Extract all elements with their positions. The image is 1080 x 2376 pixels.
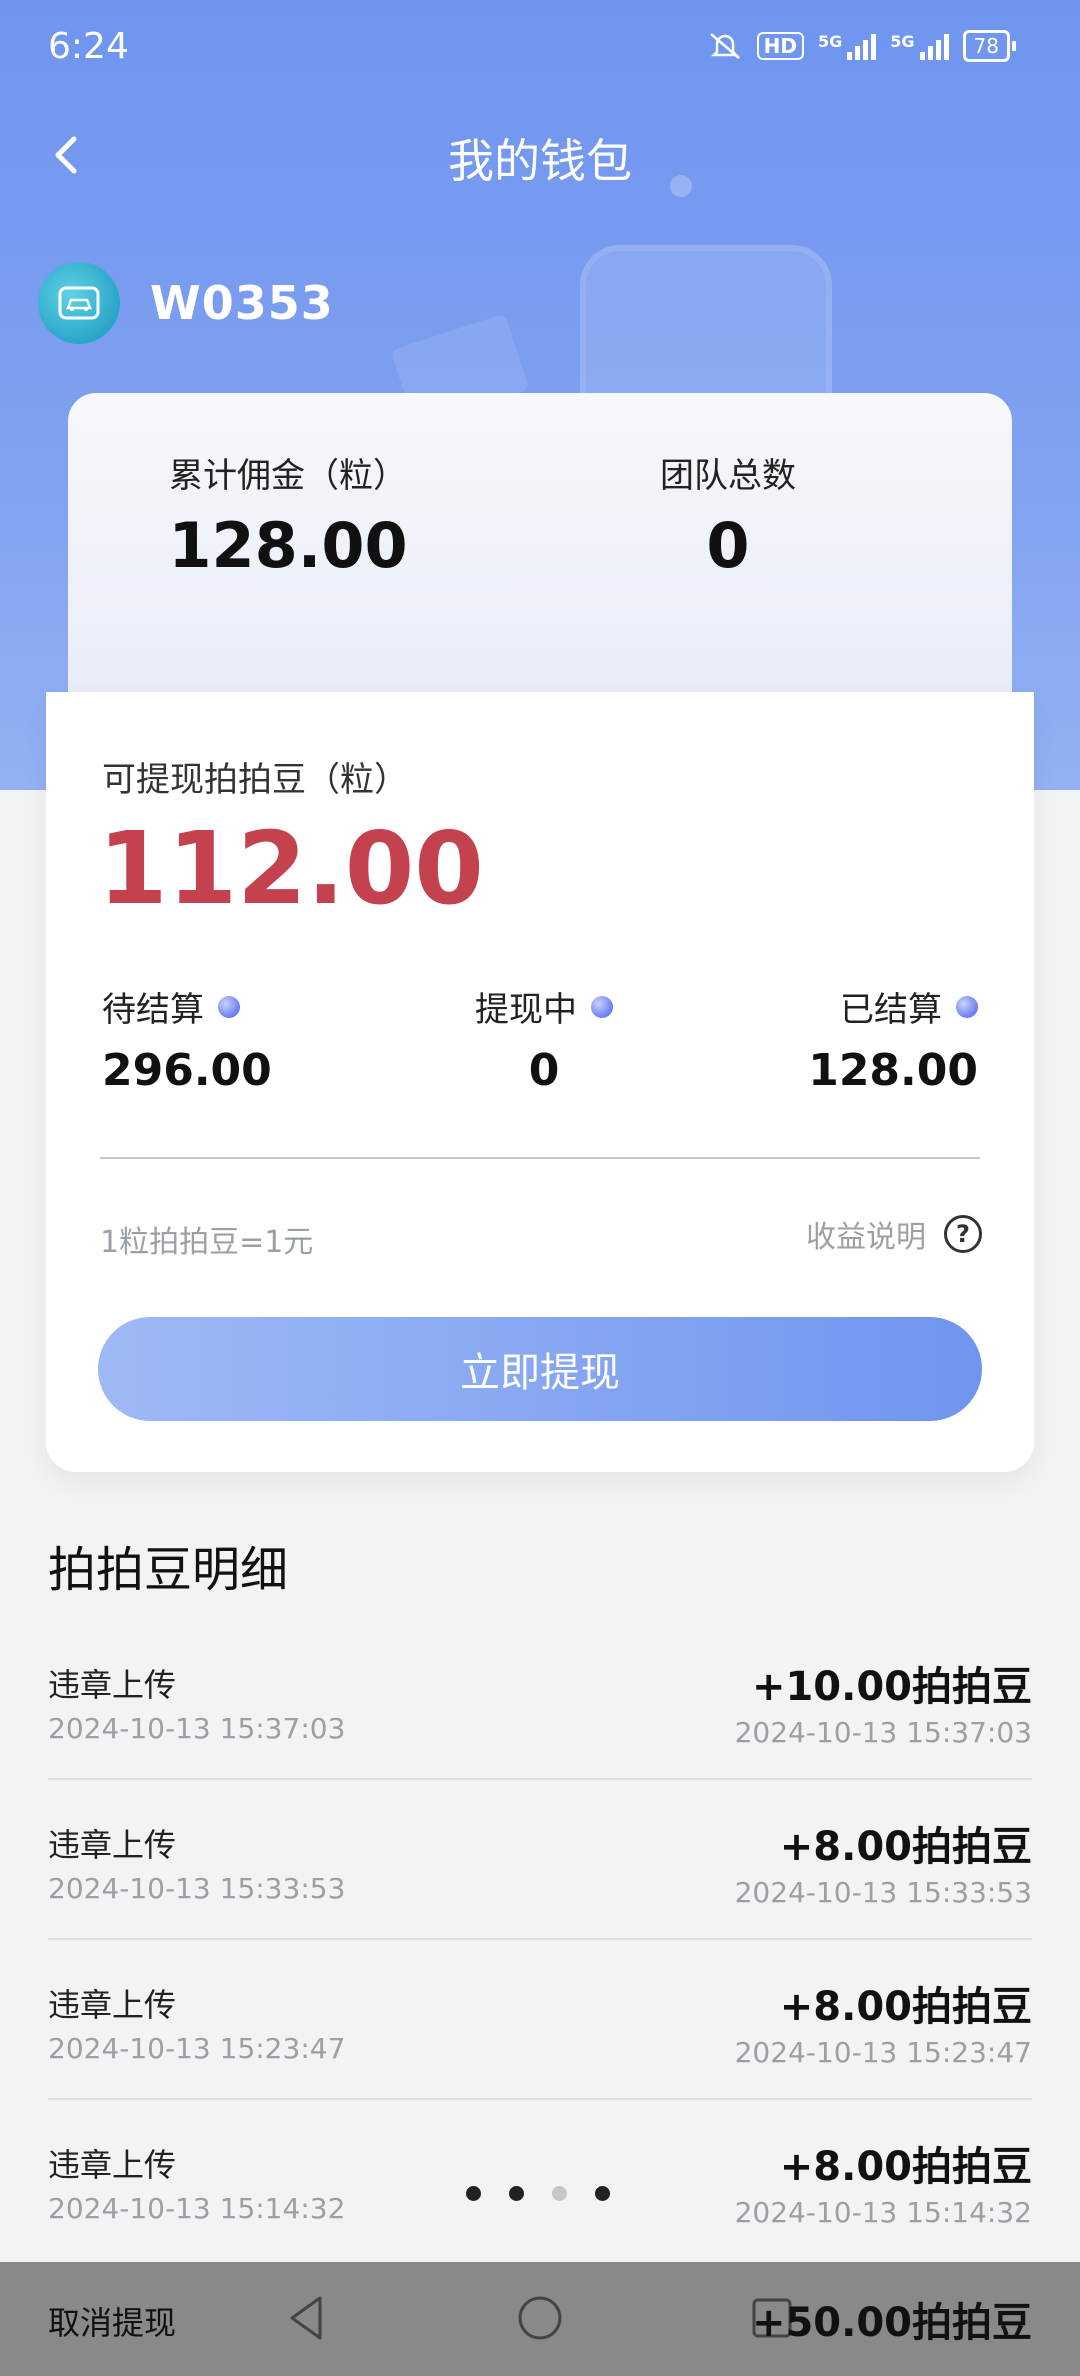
team-label: 团队总数 [660, 456, 796, 496]
withdraw-button[interactable]: 立即提现 [98, 1317, 982, 1421]
withdrawing-value: 0 [528, 1045, 560, 1096]
transaction-list: 违章上传 2024-10-13 15:37:03 +10.00拍拍豆 2024-… [0, 1620, 1080, 2258]
transaction-time: 2024-10-13 15:14:32 [48, 2192, 346, 2225]
settled-stat: 已结算 128.00 [808, 982, 978, 1096]
earnings-explanation-link[interactable]: 收益说明 ? [806, 1212, 982, 1256]
commission-summary: 累计佣金（粒） 128.00 [128, 448, 448, 582]
page-dot [509, 2186, 524, 2201]
transaction-amount: +8.00拍拍豆 [779, 1984, 1032, 2030]
withdrawing-stat: 提现中 0 [464, 982, 624, 1096]
status-icons: HD 5G 5G 78 [707, 30, 1016, 62]
transaction-type: 违章上传 [48, 1986, 177, 2024]
transaction-amount: +8.00拍拍豆 [779, 1824, 1032, 1870]
transaction-amount: +50.00拍拍豆 [751, 2300, 1032, 2346]
bottom-navigation-bar: 取消提现 +50.00拍拍豆 [0, 2262, 1080, 2376]
pending-value: 296.00 [102, 1045, 272, 1096]
transaction-time: 2024-10-13 15:37:03 [48, 1712, 346, 1745]
available-label: 可提现拍拍豆（粒） [102, 760, 408, 800]
transaction-time-right: 2024-10-13 15:14:32 [734, 2196, 1032, 2229]
transaction-time-right: 2024-10-13 15:23:47 [734, 2036, 1032, 2069]
transaction-type: 违章上传 [48, 1666, 177, 1704]
avatar[interactable] [38, 262, 120, 344]
withdrawing-label: 提现中 [475, 990, 577, 1030]
signal-icon: 5G [890, 32, 949, 60]
status-time: 6:24 [48, 26, 129, 67]
transaction-amount: +10.00拍拍豆 [751, 1664, 1032, 1710]
wallet-card: 可提现拍拍豆（粒） 112.00 待结算 296.00 提现中 0 已结算 12… [46, 692, 1034, 1472]
page-indicator [466, 2186, 610, 2201]
nav-back-icon[interactable] [280, 2290, 336, 2346]
details-title: 拍拍豆明细 [48, 1542, 289, 1598]
cancel-withdraw-label[interactable]: 取消提现 [48, 2298, 176, 2344]
divider [100, 1157, 980, 1159]
signal-icon: 5G [818, 32, 877, 60]
team-summary: 团队总数 0 [608, 448, 848, 582]
info-dot-icon[interactable] [591, 995, 613, 1018]
pending-label: 待结算 [102, 990, 204, 1030]
battery-icon: 78 [962, 30, 1016, 62]
info-dot-icon[interactable] [956, 995, 978, 1018]
hd-badge: HD [756, 32, 805, 60]
transaction-amount: +8.00拍拍豆 [779, 2144, 1032, 2190]
explanation-label: 收益说明 [806, 1220, 926, 1255]
nav-home-icon[interactable] [512, 2290, 568, 2346]
list-item[interactable]: 违章上传 2024-10-13 15:23:47 +8.00拍拍豆 2024-1… [48, 1940, 1032, 2100]
transaction-time-right: 2024-10-13 15:33:53 [734, 1876, 1032, 1909]
user-info: W0353 [38, 262, 334, 344]
transaction-time: 2024-10-13 15:33:53 [48, 1872, 346, 1905]
list-item[interactable]: 违章上传 2024-10-13 15:33:53 +8.00拍拍豆 2024-1… [48, 1780, 1032, 1940]
transaction-time: 2024-10-13 15:23:47 [48, 2032, 346, 2065]
team-value: 0 [706, 509, 750, 582]
user-name: W0353 [150, 276, 334, 330]
settled-value: 128.00 [808, 1045, 978, 1096]
list-item[interactable]: 违章上传 2024-10-13 15:37:03 +10.00拍拍豆 2024-… [48, 1620, 1032, 1780]
page-dot [466, 2186, 481, 2201]
pending-stat: 待结算 296.00 [102, 982, 272, 1096]
page-title: 我的钱包 [448, 134, 632, 188]
summary-card: 累计佣金（粒） 128.00 团队总数 0 [68, 393, 1012, 693]
info-dot-icon[interactable] [218, 995, 240, 1018]
transaction-type: 违章上传 [48, 1826, 177, 1864]
status-bar: 6:24 HD 5G 5G 78 [0, 0, 1080, 100]
commission-value: 128.00 [168, 509, 408, 582]
transaction-time-right: 2024-10-13 15:37:03 [734, 1716, 1032, 1749]
page-dot-inactive [552, 2186, 567, 2201]
transaction-type: 违章上传 [48, 2146, 177, 2184]
commission-label: 累计佣金（粒） [169, 456, 407, 496]
car-icon [58, 286, 100, 320]
settled-label: 已结算 [840, 990, 942, 1030]
exchange-rate-text: 1粒拍拍豆=1元 [100, 1225, 314, 1260]
mute-bell-icon [709, 33, 740, 59]
available-value: 112.00 [98, 810, 484, 927]
page-dot [595, 2186, 610, 2201]
help-icon: ? [944, 1215, 982, 1253]
list-item[interactable]: 违章上传 2024-10-13 15:14:32 +8.00拍拍豆 2024-1… [48, 2100, 1032, 2258]
